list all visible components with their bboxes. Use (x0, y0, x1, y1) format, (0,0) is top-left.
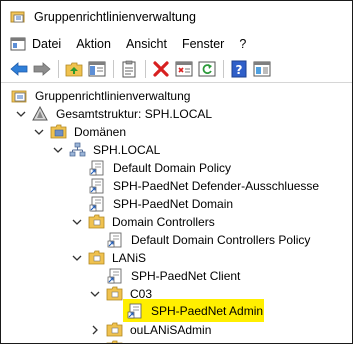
domains-folder-icon (50, 124, 67, 140)
tree-item-label: SPH-PaedNet Domain (113, 197, 234, 211)
tree-item-label: SPH-PaedNet Admin (151, 304, 264, 318)
forward-arrow-icon[interactable] (32, 59, 52, 79)
tree-item-label: Domänen (74, 125, 127, 139)
toolbar-separator (145, 59, 146, 78)
chevron-down-icon[interactable] (72, 217, 82, 227)
tree-item-label: SPH-PaedNet Client (131, 269, 241, 283)
gpmc-window: Gruppenrichtlinienverwaltung Datei Aktio… (0, 0, 353, 344)
chevron-down-icon[interactable] (34, 127, 44, 137)
tree-item-forest[interactable]: Gesamtstruktur: SPH.LOCAL (16, 105, 214, 123)
back-arrow-icon[interactable] (9, 59, 29, 79)
refresh-icon[interactable] (197, 59, 217, 79)
ou-folder-icon (106, 322, 123, 338)
system-menu-icon[interactable] (10, 37, 26, 51)
tree-item-domain[interactable]: SPH.LOCAL (53, 141, 162, 159)
tree-item-gpo-link[interactable]: Default Domain Policy (89, 159, 233, 177)
tree-item-gpo-link[interactable]: SPH-PaedNet Domain (89, 195, 235, 213)
gpo-link-icon (89, 160, 106, 176)
tree-item-label: SPH-PaedNet Defender-Ausschluesse (113, 179, 320, 193)
domain-icon (69, 142, 86, 158)
tree-item-ou[interactable]: ouLANiSAdmin (90, 321, 213, 339)
gpo-link-icon (127, 303, 144, 319)
title-bar: Gruppenrichtlinienverwaltung (1, 1, 352, 33)
chevron-right-icon[interactable] (90, 325, 100, 335)
export-list-icon[interactable] (174, 59, 194, 79)
ou-folder-icon (106, 286, 123, 302)
tree-item-label: ouLANiSAdmin (130, 323, 212, 337)
tree-item-gpo-link[interactable]: SPH-PaedNet Defender-Ausschluesse (89, 177, 321, 195)
tree-item-label: Domain Controllers (112, 215, 215, 229)
gpo-link-icon (107, 268, 124, 284)
menu-view[interactable]: Ansicht (126, 37, 167, 51)
menu-help[interactable]: ? (239, 37, 246, 51)
menu-bar: Datei Aktion Ansicht Fenster ? (1, 33, 352, 55)
toolbar: ? (1, 55, 352, 83)
chevron-down-icon[interactable] (72, 253, 82, 263)
tree-item-gpo-link[interactable]: SPH-PaedNet Client (107, 267, 242, 285)
ou-folder-icon (88, 250, 105, 266)
tree-item-root[interactable]: Gruppenrichtlinienverwaltung (11, 87, 192, 105)
forest-icon (32, 105, 49, 122)
menu-file[interactable]: Datei (32, 37, 61, 51)
delete-icon[interactable] (151, 59, 171, 79)
help-icon[interactable]: ? (229, 59, 249, 79)
tree-item-label: Default Domain Policy (113, 161, 232, 175)
chevron-down-icon[interactable] (90, 289, 100, 299)
ou-folder-icon (88, 214, 105, 230)
menu-window[interactable]: Fenster (182, 37, 224, 51)
chevron-down-icon[interactable] (53, 145, 63, 155)
console-tree: Gruppenrichtlinienverwaltung Gesamtstruk… (1, 85, 352, 343)
menu-action[interactable]: Aktion (76, 37, 111, 51)
tree-item-label: SPH.LOCAL (93, 143, 161, 157)
toolbar-separator (113, 59, 114, 78)
show-hide-tree-icon[interactable] (87, 59, 107, 79)
svg-text:?: ? (236, 63, 243, 77)
gpmc-app-icon (10, 9, 28, 25)
properties-icon[interactable] (119, 59, 139, 79)
view-icon[interactable] (252, 59, 272, 79)
gpo-link-icon (107, 232, 124, 248)
ou-folder-icon (106, 340, 123, 343)
window-title: Gruppenrichtlinienverwaltung (34, 10, 196, 24)
gpmc-root-icon (11, 88, 28, 104)
toolbar-separator (58, 59, 59, 78)
chevron-down-icon[interactable] (16, 109, 26, 119)
tree-item-label: Gruppenrichtlinienverwaltung (35, 89, 191, 103)
tree-item-gpo-link-selected[interactable]: SPH-PaedNet Admin (127, 302, 265, 320)
tree-item-domains[interactable]: Domänen (34, 123, 128, 141)
tree-item-label: LANiS (112, 251, 147, 265)
up-folder-icon[interactable] (64, 59, 84, 79)
toolbar-separator (223, 59, 224, 78)
tree-item-label: Default Domain Controllers Policy (131, 233, 311, 247)
gpo-link-icon (89, 178, 106, 194)
tree-item-ou[interactable]: LANiS (72, 249, 148, 267)
tree-item-label: Gesamtstruktur: SPH.LOCAL (56, 107, 213, 121)
tree-item-ou-partial[interactable] (90, 339, 128, 343)
tree-item-ou[interactable]: Domain Controllers (72, 213, 217, 231)
gpo-link-icon (89, 196, 106, 212)
tree-item-gpo-link[interactable]: Default Domain Controllers Policy (107, 231, 312, 249)
